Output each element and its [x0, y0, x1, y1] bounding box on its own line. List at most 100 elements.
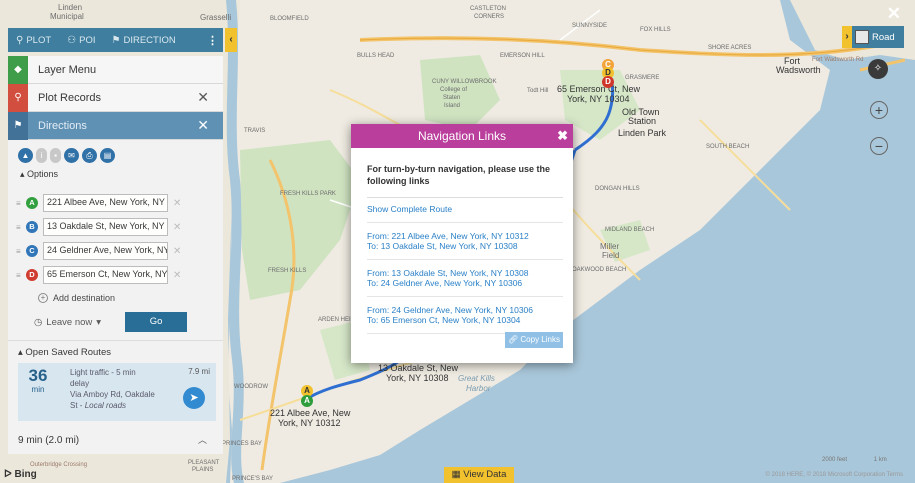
directions-title: Directions [38, 119, 87, 132]
waypoint-a-input[interactable]: 221 Albee Ave, New York, NY 10312 [43, 194, 168, 212]
zoom-in-button[interactable]: + [870, 101, 888, 119]
map-label-field: Field [602, 251, 620, 260]
more-menu-button[interactable]: ⋮ [202, 34, 223, 47]
close-icon[interactable]: ✖ [557, 124, 568, 148]
route-card[interactable]: 36 min Light traffic - 5 min delay Via A… [18, 363, 216, 421]
drag-handle-icon[interactable]: ≡ [16, 199, 26, 208]
directions-header[interactable]: ⚑ Directions ✕ [8, 111, 223, 140]
plot-records-header[interactable]: ⚲ Plot Records ✕ [8, 83, 223, 112]
poi-button[interactable]: ⚇ POI [59, 28, 103, 52]
waypoint-marker-b: B [26, 221, 38, 233]
direction-button[interactable]: ⚑ DIRECTION [103, 28, 183, 52]
navigate-icon[interactable]: ➤ [183, 387, 205, 409]
map-label-bulls-head: BULLS HEAD [357, 53, 395, 59]
go-button[interactable]: Go [125, 312, 188, 332]
map-label-wadsworth-road: Fort Wadsworth Rd [812, 57, 864, 63]
pin-icon: ⚲ [8, 83, 28, 112]
transit-icon[interactable]: ▪ [50, 148, 61, 163]
drag-handle-icon[interactable]: ≡ [16, 223, 26, 232]
drag-handle-icon[interactable]: ≡ [16, 247, 26, 256]
open-saved-routes-toggle[interactable]: ▴ Open Saved Routes [18, 347, 223, 358]
map-label-york-10308: York, NY 10308 [386, 373, 449, 383]
remove-waypoint-icon[interactable]: ✕ [173, 198, 181, 209]
divider [367, 222, 563, 223]
direction-label: DIRECTION [123, 34, 176, 46]
layers-icon: ◆ [8, 55, 28, 84]
route-via-2: St - [70, 401, 83, 410]
map-label-travis: TRAVIS [244, 128, 266, 134]
leave-now-label: Leave now [46, 316, 93, 328]
waypoint-b-input[interactable]: 13 Oakdale St, New York, NY 10308 [43, 218, 168, 236]
bing-label: Bing [14, 469, 37, 480]
road-style-button[interactable]: Road [852, 26, 904, 48]
view-data-button[interactable]: ▦ View Data [444, 467, 514, 483]
map-label-emerson-ct: 65 Emerson Ct, New [557, 84, 641, 94]
chevron-down-icon: ▾ [96, 316, 102, 328]
add-destination-button[interactable]: + Add destination [38, 293, 223, 303]
map-label-todt-hill: Todt Hill [527, 88, 549, 94]
waypoint-c-input[interactable]: 24 Geldner Ave, New York, NY 10306 [43, 242, 168, 260]
zoom-out-button[interactable]: − [870, 137, 888, 155]
map-label-outerbridge: Outerbridge Crossing [30, 462, 88, 468]
show-complete-route-link[interactable]: Show Complete Route [367, 204, 563, 214]
map-scale-km: 1 km [873, 457, 887, 463]
walk-icon[interactable]: i [36, 148, 47, 163]
waypoint-d-input[interactable]: 65 Emerson Ct, New York, NY 10304 [43, 266, 168, 284]
map-label-fresh-kills: FRESH KILLS [268, 268, 307, 274]
waypoint-c: ≡ C 24 Geldner Ave, New York, NY 10306 ✕ [8, 240, 223, 262]
route-minutes: 36 [28, 366, 48, 385]
options-toggle[interactable]: ▴ Options [20, 169, 223, 180]
chevron-up-icon[interactable]: ︿ [198, 433, 207, 446]
map-label-bloomfield: BLOOMFIELD [270, 16, 309, 22]
waypoint-d: ≡ D 65 Emerson Ct, New York, NY 10304 ✕ [8, 264, 223, 286]
leave-row: ◷ Leave now ▾ Go [8, 312, 223, 332]
leg-link-3[interactable]: From: 24 Geldner Ave, New York, NY 10306… [367, 305, 563, 325]
leave-now-dropdown[interactable]: ◷ Leave now ▾ [34, 317, 101, 328]
divider [367, 197, 563, 198]
map-pin-a[interactable]: A [301, 395, 313, 407]
remove-waypoint-icon[interactable]: ✕ [173, 270, 181, 281]
dialog-body: For turn-by-turn navigation, please use … [351, 148, 573, 334]
map-copyright[interactable]: © 2018 HERE, © 2018 Microsoft Corporatio… [766, 472, 903, 478]
layer-menu-header[interactable]: ◆ Layer Menu [8, 55, 223, 84]
left-panel: ◆ Layer Menu ⚲ Plot Records ✕ ⚑ Directio… [8, 55, 223, 454]
email-icon[interactable]: ✉ [64, 148, 79, 163]
map-pin-d[interactable]: D [602, 76, 614, 88]
plot-button[interactable]: ⚲ PLOT [8, 28, 59, 52]
map-label-harbor: Harbor [466, 384, 491, 393]
close-directions-icon[interactable]: ✕ [197, 117, 209, 134]
travel-modes: ▲ i ▪ ✉ ⎙ ▤ [8, 140, 223, 163]
map-label-wadsworth: Wadsworth [776, 65, 821, 75]
car-icon[interactable]: ▲ [18, 148, 33, 163]
remove-waypoint-icon[interactable]: ✕ [173, 222, 181, 233]
map-label-grasmere: GRASMERE [625, 75, 660, 81]
options-label: Options [27, 169, 59, 179]
leg-1-from: From: 221 Albee Ave, New York, NY 10312 [367, 231, 529, 241]
leg-2-from: From: 13 Oakdale St, New York, NY 10308 [367, 268, 529, 278]
route-delay: delay [70, 379, 90, 388]
copy-icon[interactable]: ▤ [100, 148, 115, 163]
leg-link-2[interactable]: From: 13 Oakdale St, New York, NY 10308 … [367, 268, 563, 288]
map-style-control: › Road [842, 26, 904, 48]
map-label-great-kills: Great Kills [458, 374, 495, 383]
collapse-toolbar-button[interactable]: ‹ [225, 28, 237, 52]
map-label-linden: Linden [58, 3, 83, 12]
remove-waypoint-icon[interactable]: ✕ [173, 246, 181, 257]
leg-3-to: To: 65 Emerson Ct, New York, NY 10304 [367, 315, 521, 325]
route-traffic: Light traffic - 5 min [70, 368, 136, 377]
map-style-chevron-icon[interactable]: › [842, 26, 852, 48]
copy-links-button[interactable]: 🔗︎ Copy Links [505, 332, 563, 348]
print-icon[interactable]: ⎙ [82, 148, 97, 163]
map-label-shore-acres: SHORE ACRES [708, 45, 752, 51]
drag-handle-icon[interactable]: ≡ [16, 271, 26, 280]
route-minutes-unit: min [31, 385, 45, 394]
link-icon: 🔗︎ [508, 335, 519, 344]
close-plot-records-icon[interactable]: ✕ [197, 89, 209, 106]
add-destination-label: Add destination [53, 293, 116, 303]
map-label-south-beach: SOUTH BEACH [706, 144, 750, 150]
close-map-icon[interactable]: ✕ [887, 4, 901, 24]
map-label-grasselli: Grasselli [200, 13, 232, 22]
leg-link-1[interactable]: From: 221 Albee Ave, New York, NY 10312 … [367, 231, 563, 251]
navigation-links-dialog: Navigation Links ✖ For turn-by-turn navi… [351, 124, 573, 363]
compass-icon[interactable]: ✧ [868, 59, 888, 79]
